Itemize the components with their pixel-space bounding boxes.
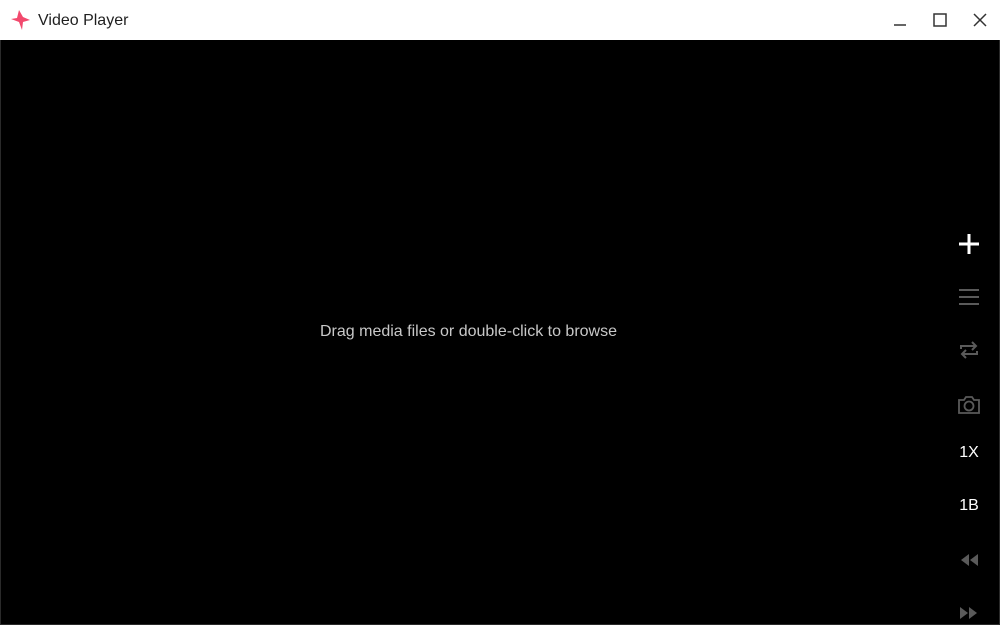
- fast-forward-icon: [960, 607, 977, 619]
- repeat-icon: [960, 341, 978, 359]
- plus-icon: [959, 234, 979, 254]
- video-player-window: Video Player Drag media files or double-…: [0, 0, 1000, 625]
- list-icon: [959, 289, 979, 305]
- loop-button[interactable]: [949, 330, 989, 370]
- playback-speed-button[interactable]: 1X: [949, 433, 989, 473]
- rewind-button[interactable]: [949, 540, 989, 580]
- maximize-button[interactable]: [925, 5, 955, 35]
- close-button[interactable]: [965, 5, 995, 35]
- title-bar[interactable]: Video Player: [0, 0, 1000, 40]
- camera-icon: [958, 396, 980, 414]
- b-setting-button[interactable]: 1B: [949, 486, 989, 526]
- window-title: Video Player: [38, 12, 129, 29]
- b-label: 1B: [959, 497, 979, 514]
- playlist-button[interactable]: [949, 277, 989, 317]
- app-logo-icon: [10, 9, 32, 31]
- speed-label: 1X: [959, 444, 979, 461]
- snapshot-button[interactable]: [949, 385, 989, 425]
- fast-forward-button[interactable]: [949, 593, 989, 625]
- open-media-button[interactable]: [949, 224, 989, 264]
- minimize-icon: [894, 24, 906, 26]
- minimize-button[interactable]: [885, 5, 915, 35]
- rewind-icon: [961, 554, 978, 566]
- close-icon: [973, 13, 987, 27]
- video-canvas[interactable]: Drag media files or double-click to brow…: [0, 40, 1000, 625]
- empty-state-hint: Drag media files or double-click to brow…: [319, 323, 617, 340]
- maximize-icon: [933, 13, 947, 27]
